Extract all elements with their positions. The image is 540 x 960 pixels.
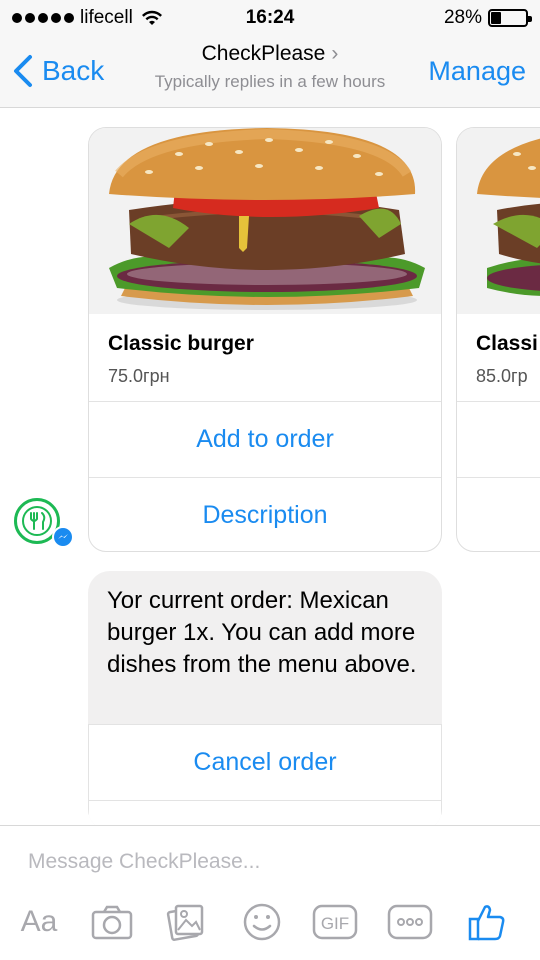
gif-button[interactable]: GIF bbox=[310, 896, 360, 948]
battery-fill bbox=[491, 12, 501, 24]
composer-toolbar: Aa GIF bbox=[0, 896, 540, 948]
avatar-inner-ring bbox=[22, 506, 52, 536]
product-title: Classic burger bbox=[108, 332, 254, 355]
description-button[interactable]: Description bbox=[89, 477, 441, 551]
chevron-right-icon: › bbox=[331, 42, 339, 65]
chat-thread[interactable]: Classic burger 75.0грн Add to order Desc… bbox=[0, 109, 540, 825]
product-price: 85.0гр bbox=[476, 366, 528, 386]
more-button[interactable] bbox=[384, 896, 436, 948]
emoji-button[interactable] bbox=[238, 896, 286, 948]
product-card[interactable]: Classic burger 75.0грн Add to order Desc… bbox=[88, 127, 442, 552]
battery-icon bbox=[488, 9, 532, 27]
camera-icon bbox=[91, 905, 133, 940]
emoji-icon bbox=[243, 903, 281, 941]
product-price: 75.0грн bbox=[108, 366, 170, 386]
burger-image[interactable] bbox=[457, 128, 540, 314]
burger-image[interactable] bbox=[89, 128, 441, 314]
page-title: CheckPlease bbox=[201, 42, 326, 65]
product-title: Classi bbox=[476, 332, 538, 355]
text-format-button[interactable]: Aa bbox=[14, 896, 64, 948]
product-card[interactable]: Classi 85.0гр bbox=[456, 127, 540, 552]
add-to-order-button[interactable] bbox=[457, 401, 540, 477]
camera-button[interactable] bbox=[88, 896, 136, 948]
manage-button[interactable]: Manage bbox=[428, 56, 526, 87]
description-button[interactable] bbox=[457, 477, 540, 551]
cancel-order-button[interactable]: Cancel order bbox=[88, 724, 442, 800]
nav-bar: Back CheckPlease › Typically replies in a… bbox=[0, 36, 540, 108]
message-composer: Aa bbox=[0, 825, 540, 960]
next-action-button[interactable] bbox=[88, 800, 442, 825]
status-right: 28% bbox=[443, 7, 532, 29]
status-bar: lifecell 16:24 28% bbox=[0, 0, 540, 36]
order-message-text: Yor current order: Mexican burger 1x. Yo… bbox=[107, 587, 417, 678]
gif-icon: GIF bbox=[312, 904, 358, 940]
photo-icon bbox=[166, 904, 204, 941]
thumbs-up-icon bbox=[468, 905, 505, 941]
message-input[interactable] bbox=[28, 850, 518, 874]
svg-text:GIF: GIF bbox=[321, 914, 349, 933]
fork-knife-icon bbox=[30, 512, 46, 530]
add-to-order-button[interactable]: Add to order bbox=[89, 401, 441, 477]
battery-percent: 28% bbox=[443, 7, 482, 28]
messenger-icon bbox=[52, 526, 74, 548]
order-message-bubble: Yor current order: Mexican burger 1x. Yo… bbox=[88, 571, 442, 825]
bot-avatar[interactable] bbox=[14, 498, 74, 558]
like-button[interactable] bbox=[462, 896, 512, 948]
photo-button[interactable] bbox=[162, 896, 210, 948]
more-icon bbox=[387, 904, 433, 940]
